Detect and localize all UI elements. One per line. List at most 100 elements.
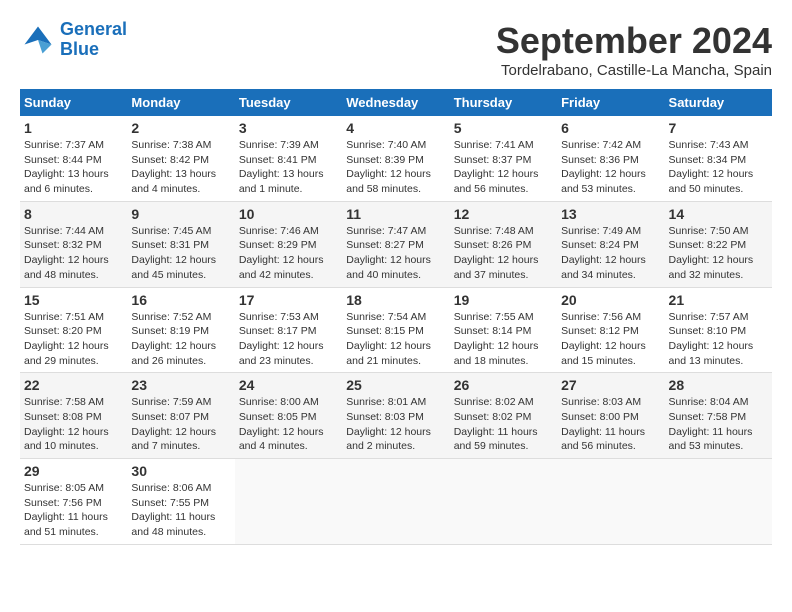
day-info: Sunrise: 8:02 AMSunset: 8:02 PMDaylight:… (454, 395, 553, 454)
day-number: 1 (24, 120, 123, 136)
day-number: 3 (239, 120, 338, 136)
day-info: Sunrise: 7:44 AMSunset: 8:32 PMDaylight:… (24, 224, 123, 283)
calendar-cell: 26 Sunrise: 8:02 AMSunset: 8:02 PMDaylig… (450, 373, 557, 459)
calendar-cell: 2 Sunrise: 7:38 AMSunset: 8:42 PMDayligh… (127, 116, 234, 201)
calendar-cell (557, 459, 664, 545)
calendar-cell (450, 459, 557, 545)
day-number: 25 (346, 377, 445, 393)
day-number: 2 (131, 120, 230, 136)
calendar-cell: 20 Sunrise: 7:56 AMSunset: 8:12 PMDaylig… (557, 287, 664, 373)
day-info: Sunrise: 7:43 AMSunset: 8:34 PMDaylight:… (669, 138, 768, 197)
logo-line2: Blue (60, 39, 99, 59)
day-info: Sunrise: 7:54 AMSunset: 8:15 PMDaylight:… (346, 310, 445, 369)
calendar-cell: 17 Sunrise: 7:53 AMSunset: 8:17 PMDaylig… (235, 287, 342, 373)
day-info: Sunrise: 7:50 AMSunset: 8:22 PMDaylight:… (669, 224, 768, 283)
col-thursday: Thursday (450, 89, 557, 116)
page-header: General Blue September 2024 Tordelrabano… (20, 20, 772, 79)
day-info: Sunrise: 7:45 AMSunset: 8:31 PMDaylight:… (131, 224, 230, 283)
calendar-cell: 24 Sunrise: 8:00 AMSunset: 8:05 PMDaylig… (235, 373, 342, 459)
day-number: 16 (131, 292, 230, 308)
day-number: 28 (669, 377, 768, 393)
day-number: 22 (24, 377, 123, 393)
logo-line1: General (60, 19, 127, 39)
calendar-cell (342, 459, 449, 545)
day-number: 14 (669, 206, 768, 222)
day-number: 5 (454, 120, 553, 136)
calendar-cell: 28 Sunrise: 8:04 AMSunset: 7:58 PMDaylig… (665, 373, 772, 459)
month-title: September 2024 (496, 20, 772, 62)
day-number: 13 (561, 206, 660, 222)
col-monday: Monday (127, 89, 234, 116)
day-number: 23 (131, 377, 230, 393)
day-number: 11 (346, 206, 445, 222)
day-info: Sunrise: 7:53 AMSunset: 8:17 PMDaylight:… (239, 310, 338, 369)
calendar-cell: 21 Sunrise: 7:57 AMSunset: 8:10 PMDaylig… (665, 287, 772, 373)
col-saturday: Saturday (665, 89, 772, 116)
calendar-cell: 22 Sunrise: 7:58 AMSunset: 8:08 PMDaylig… (20, 373, 127, 459)
calendar-cell: 5 Sunrise: 7:41 AMSunset: 8:37 PMDayligh… (450, 116, 557, 201)
day-info: Sunrise: 7:49 AMSunset: 8:24 PMDaylight:… (561, 224, 660, 283)
calendar-cell: 7 Sunrise: 7:43 AMSunset: 8:34 PMDayligh… (665, 116, 772, 201)
day-number: 27 (561, 377, 660, 393)
col-tuesday: Tuesday (235, 89, 342, 116)
day-number: 4 (346, 120, 445, 136)
day-info: Sunrise: 7:57 AMSunset: 8:10 PMDaylight:… (669, 310, 768, 369)
calendar-cell: 19 Sunrise: 7:55 AMSunset: 8:14 PMDaylig… (450, 287, 557, 373)
day-info: Sunrise: 7:40 AMSunset: 8:39 PMDaylight:… (346, 138, 445, 197)
day-number: 9 (131, 206, 230, 222)
calendar-cell: 9 Sunrise: 7:45 AMSunset: 8:31 PMDayligh… (127, 201, 234, 287)
day-info: Sunrise: 7:38 AMSunset: 8:42 PMDaylight:… (131, 138, 230, 197)
calendar-cell: 8 Sunrise: 7:44 AMSunset: 8:32 PMDayligh… (20, 201, 127, 287)
calendar-cell: 23 Sunrise: 7:59 AMSunset: 8:07 PMDaylig… (127, 373, 234, 459)
calendar-cell: 1 Sunrise: 7:37 AMSunset: 8:44 PMDayligh… (20, 116, 127, 201)
calendar-cell: 13 Sunrise: 7:49 AMSunset: 8:24 PMDaylig… (557, 201, 664, 287)
day-info: Sunrise: 7:39 AMSunset: 8:41 PMDaylight:… (239, 138, 338, 197)
calendar-header-row: Sunday Monday Tuesday Wednesday Thursday… (20, 89, 772, 116)
calendar-cell (665, 459, 772, 545)
col-wednesday: Wednesday (342, 89, 449, 116)
location-title: Tordelrabano, Castille-La Mancha, Spain (496, 62, 772, 79)
day-info: Sunrise: 7:59 AMSunset: 8:07 PMDaylight:… (131, 395, 230, 454)
calendar-week-row: 15 Sunrise: 7:51 AMSunset: 8:20 PMDaylig… (20, 287, 772, 373)
col-sunday: Sunday (20, 89, 127, 116)
col-friday: Friday (557, 89, 664, 116)
day-info: Sunrise: 8:05 AMSunset: 7:56 PMDaylight:… (24, 481, 123, 540)
day-number: 21 (669, 292, 768, 308)
day-number: 15 (24, 292, 123, 308)
day-number: 20 (561, 292, 660, 308)
day-info: Sunrise: 8:04 AMSunset: 7:58 PMDaylight:… (669, 395, 768, 454)
logo-icon (20, 22, 56, 58)
calendar-cell: 4 Sunrise: 7:40 AMSunset: 8:39 PMDayligh… (342, 116, 449, 201)
day-info: Sunrise: 7:37 AMSunset: 8:44 PMDaylight:… (24, 138, 123, 197)
calendar-cell: 14 Sunrise: 7:50 AMSunset: 8:22 PMDaylig… (665, 201, 772, 287)
day-info: Sunrise: 7:46 AMSunset: 8:29 PMDaylight:… (239, 224, 338, 283)
logo: General Blue (20, 20, 127, 60)
day-number: 10 (239, 206, 338, 222)
day-info: Sunrise: 8:03 AMSunset: 8:00 PMDaylight:… (561, 395, 660, 454)
calendar-cell: 27 Sunrise: 8:03 AMSunset: 8:00 PMDaylig… (557, 373, 664, 459)
calendar-table: Sunday Monday Tuesday Wednesday Thursday… (20, 89, 772, 545)
calendar-cell: 12 Sunrise: 7:48 AMSunset: 8:26 PMDaylig… (450, 201, 557, 287)
calendar-week-row: 22 Sunrise: 7:58 AMSunset: 8:08 PMDaylig… (20, 373, 772, 459)
calendar-cell: 3 Sunrise: 7:39 AMSunset: 8:41 PMDayligh… (235, 116, 342, 201)
day-info: Sunrise: 7:48 AMSunset: 8:26 PMDaylight:… (454, 224, 553, 283)
day-info: Sunrise: 8:01 AMSunset: 8:03 PMDaylight:… (346, 395, 445, 454)
day-info: Sunrise: 7:56 AMSunset: 8:12 PMDaylight:… (561, 310, 660, 369)
day-info: Sunrise: 7:55 AMSunset: 8:14 PMDaylight:… (454, 310, 553, 369)
calendar-week-row: 1 Sunrise: 7:37 AMSunset: 8:44 PMDayligh… (20, 116, 772, 201)
day-number: 29 (24, 463, 123, 479)
logo-text: General Blue (60, 20, 127, 60)
calendar-week-row: 8 Sunrise: 7:44 AMSunset: 8:32 PMDayligh… (20, 201, 772, 287)
day-info: Sunrise: 7:47 AMSunset: 8:27 PMDaylight:… (346, 224, 445, 283)
day-info: Sunrise: 8:06 AMSunset: 7:55 PMDaylight:… (131, 481, 230, 540)
calendar-body: 1 Sunrise: 7:37 AMSunset: 8:44 PMDayligh… (20, 116, 772, 544)
day-number: 6 (561, 120, 660, 136)
calendar-cell: 10 Sunrise: 7:46 AMSunset: 8:29 PMDaylig… (235, 201, 342, 287)
day-info: Sunrise: 7:41 AMSunset: 8:37 PMDaylight:… (454, 138, 553, 197)
day-number: 30 (131, 463, 230, 479)
calendar-cell: 11 Sunrise: 7:47 AMSunset: 8:27 PMDaylig… (342, 201, 449, 287)
calendar-cell: 6 Sunrise: 7:42 AMSunset: 8:36 PMDayligh… (557, 116, 664, 201)
day-info: Sunrise: 7:51 AMSunset: 8:20 PMDaylight:… (24, 310, 123, 369)
calendar-cell: 18 Sunrise: 7:54 AMSunset: 8:15 PMDaylig… (342, 287, 449, 373)
calendar-cell: 15 Sunrise: 7:51 AMSunset: 8:20 PMDaylig… (20, 287, 127, 373)
